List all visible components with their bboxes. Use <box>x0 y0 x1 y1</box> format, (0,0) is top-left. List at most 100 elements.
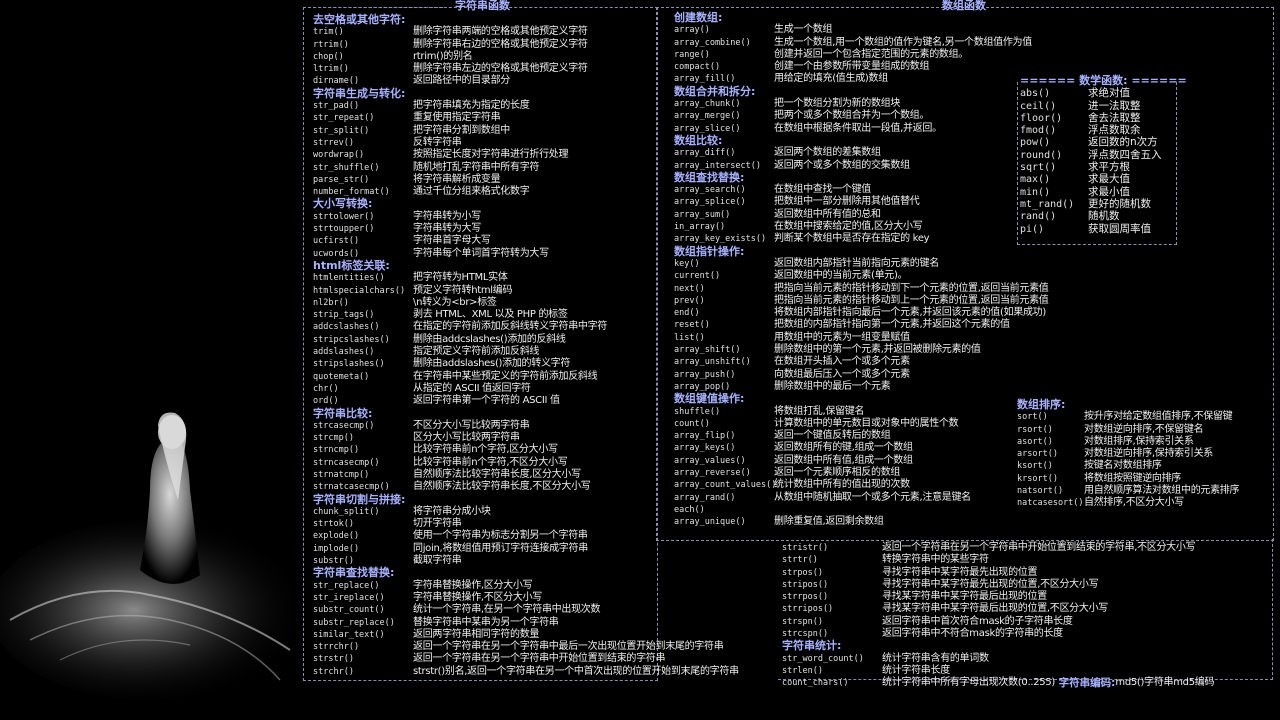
function-row: array_search() 在数组中查找一个键值 <box>674 184 1048 196</box>
function-description: 替换字符串中某串为另一个字符串 <box>413 616 559 628</box>
function-description: 字符串首字母大写 <box>413 235 491 247</box>
function-name: strip_tags() <box>313 310 375 321</box>
function-description: 不区分大小写比较两字符串 <box>413 419 530 431</box>
function-description: 返回一个字符串在另一个字符串中开始位置到结束的字符串,不区分大小写 <box>882 542 1196 553</box>
function-name: natcasesort() <box>1017 498 1084 509</box>
function-description: 返回两个数组的差集数组 <box>774 147 881 159</box>
function-row: asort() 对数组排序,保持索引关系 <box>1017 436 1239 448</box>
function-name: array_count_values() <box>674 480 777 491</box>
function-name: strlen() <box>782 665 823 676</box>
function-row: rand() 随机数 <box>1020 210 1187 222</box>
function-description: 返回字符串第一个字符的 ASCII 值 <box>413 395 560 407</box>
string-continued-column: stristr() 返回一个字符串在另一个字符串中开始位置到结束的字符串,不区分大… <box>782 542 1214 690</box>
function-description: 按升序对给定数组值排序,不保留键 <box>1084 411 1233 423</box>
function-name: strtoupper() <box>313 224 375 235</box>
function-name: krsort() <box>1017 473 1058 484</box>
function-description: 把字符串分割到数组中 <box>413 124 510 136</box>
function-description: 删除字符串右边的空格或其他预定义字符 <box>413 38 588 50</box>
function-row: key() 返回数组内部指针当前指向元素的键名 <box>674 258 1048 270</box>
function-description: 随机数 <box>1088 210 1120 223</box>
function-row: array_diff() 返回两个数组的差集数组 <box>674 147 1048 159</box>
function-name: strnatcmp() <box>313 469 370 480</box>
function-name: strrev() <box>313 137 354 148</box>
function-description: 重复使用指定字符串 <box>413 112 501 124</box>
array-panel-title: 数组函数 <box>942 0 986 12</box>
function-description: 指定预定义字符前添加反斜线 <box>413 346 540 358</box>
function-row: str_replace() 字符串替换操作,区分大小写 <box>313 580 739 592</box>
encode-heading: 字符串编码: <box>1055 677 1116 690</box>
array-functions-column: 创建数组: array() 生成一个数组 array_combine() 生成一个数组,… <box>674 11 1049 528</box>
function-name: ord() <box>313 396 339 407</box>
function-row: natcasesort()自然排序,不区分大小写 <box>1017 497 1239 509</box>
function-description: 返回字符串中首次符合mask的子字符串长度 <box>882 615 1073 627</box>
function-description: 返回数组内部指针当前指向元素的键名 <box>774 257 939 269</box>
function-name: array_sum() <box>674 209 731 220</box>
function-description: 删除由addcslashes()添加的反斜线 <box>413 333 566 345</box>
function-description: 按照指定长度对字符串进行折行处理 <box>413 149 569 161</box>
function-name: key() <box>674 258 700 269</box>
function-name: array_key_exists() <box>674 234 767 245</box>
function-row: array_sum() 返回数组中所有值的总和 <box>674 209 1048 221</box>
function-description: 自然顺序法比较字符串长度,不区分大小写 <box>413 481 591 493</box>
function-name: array_values() <box>674 455 746 466</box>
function-description: 对数组逆向排序,不保留键名 <box>1084 423 1204 435</box>
function-description: 统计字符串含有的单词数 <box>882 652 989 664</box>
function-row: end() 将数组内部指针指向最后一个元素,并返回该元素的值(如果成功) <box>674 307 1048 319</box>
function-row: ksort() 按键名对数组排序 <box>1017 460 1239 472</box>
function-name: stristr() <box>782 543 829 553</box>
function-description: 在数组中根据条件取出一段值,并返回。 <box>774 122 942 134</box>
function-name: str_split() <box>313 125 370 136</box>
string-title-rule-left <box>303 7 443 8</box>
function-name: array_diff() <box>674 148 736 159</box>
function-name: addslashes() <box>313 347 375 358</box>
function-description: 把一个数组分割为新的数组块 <box>774 98 901 110</box>
string-panel-title: 字符串函数 <box>455 0 510 12</box>
function-name: array_intersect() <box>674 160 761 171</box>
function-description: 通过千位分组来格式化数字 <box>413 186 530 198</box>
function-description: 删除字符串左边的空格或其他预定义字符 <box>413 63 588 75</box>
function-description: 在数组开头插入一个或多个元素 <box>774 356 910 368</box>
function-row: array_unshift() 在数组开头插入一个或多个元素 <box>674 356 1048 368</box>
function-description: 使用一个字符串为标志分割另一个字符串 <box>413 530 588 542</box>
function-name: sort() <box>1017 412 1048 423</box>
function-description: 预定义字符转html编码 <box>413 284 513 296</box>
section-heading: 数组指针操作: <box>674 244 745 258</box>
function-name: next() <box>674 283 705 294</box>
function-name: arsort() <box>1017 449 1058 460</box>
function-description: 寻找某字符串中某字符最后出现的位置 <box>882 591 1047 603</box>
function-name: similar_text() <box>313 629 385 640</box>
function-name: rsort() <box>1017 424 1053 435</box>
function-description: 返回一个元素顺序相反的数组 <box>774 466 901 478</box>
function-name: asort() <box>1017 436 1053 447</box>
function-row: array_combine() 生成一个数组,用一个数组的值作为键名,另一个数组值… <box>674 37 1048 49</box>
function-description: 同join,将数组值用预订字符连接成字符串 <box>413 542 588 554</box>
function-name: compact() <box>674 62 721 73</box>
function-row: rsort() 对数组逆向排序,不保留键名 <box>1017 424 1239 436</box>
function-description: 在数组中查找一个键值 <box>774 184 871 196</box>
function-name: stripos() <box>782 579 829 590</box>
function-row: sqrt() 求平方根 <box>1020 161 1187 173</box>
function-description: 在字符串中某些预定义的字符前添加反斜线 <box>413 370 598 382</box>
function-row: array() 生成一个数组 <box>674 24 1048 36</box>
function-description: 将字符串分成小块 <box>413 505 491 517</box>
function-row: stristr() 返回一个字符串在另一个字符串中开始位置到结束的字符串,不区分大… <box>782 542 1214 554</box>
function-row: similar_text() 返回两字符串相同字符的数量 <box>313 629 739 641</box>
function-name: range() <box>674 49 710 60</box>
function-description: 返回路径中的目录部分 <box>413 75 510 87</box>
function-row: count_chars() 统计字符串中所有字母出现次数(0..255) 字符串编… <box>782 677 1214 689</box>
function-name: prev() <box>674 295 705 306</box>
function-name: parse_str() <box>313 174 370 185</box>
function-description: 删除字符串两端的空格或其他预定义字符 <box>413 26 588 38</box>
function-description: 在指定的字符前添加反斜线转义字符串中字符 <box>413 321 607 333</box>
function-name: strtr() <box>782 555 818 566</box>
function-name: array_flip() <box>674 431 736 442</box>
function-description: 在数组中搜索给定的值,区分大小写 <box>774 221 923 233</box>
function-description: 删除数组中的最后一个元素 <box>774 380 891 392</box>
function-description: strstr()别名,返回一个字符串在另一个中首次出现的位置开始到末尾的字符串 <box>413 665 739 677</box>
function-name: array_keys() <box>674 443 736 454</box>
function-row: count() 计算数组中的单元数目或对象中的属性个数 <box>674 418 1048 430</box>
function-name: implode() <box>313 543 360 554</box>
function-row: array_rand() 从数组中随机抽取一个或多个元素,注意是键名 <box>674 492 1048 504</box>
function-description: 求最大值 <box>1088 173 1130 186</box>
function-row: strstr() 返回一个字符串在另一个字符串中开始位置到结束的字符串 <box>313 653 739 665</box>
